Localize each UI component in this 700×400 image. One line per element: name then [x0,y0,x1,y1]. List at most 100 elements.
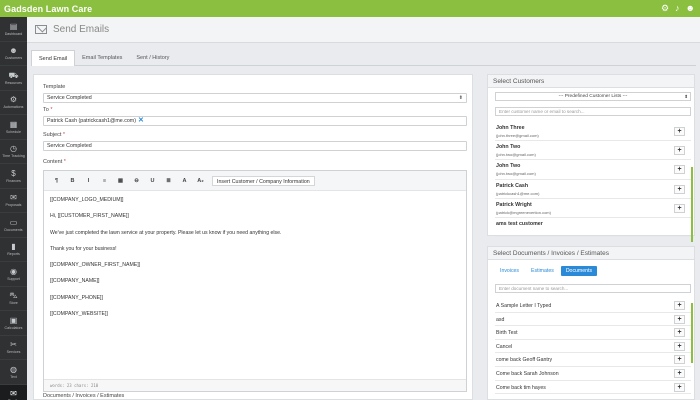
select-caret-icon: ⬍ [684,94,688,99]
sidebar-item-proposals[interactable]: ✉ Proposals [0,189,27,213]
content-label: Content * [43,159,66,165]
sidebar-item-label: Calculators [4,325,23,330]
remove-recipient-icon[interactable]: ✕ [138,117,144,124]
add-document-button[interactable]: + [674,382,685,392]
sidebar-item-label: Finances [6,178,21,183]
gear-icon[interactable]: ⚙ [661,4,669,13]
tab-estimates[interactable]: Estimates [526,266,559,276]
customer-email: (patrickcash1@me.com) [496,190,540,196]
toolbar-button[interactable]: ≣ [162,176,175,186]
sidebar-item-text[interactable]: ◍ Text [0,360,27,385]
add-document-button[interactable]: + [674,341,685,351]
customer-scrollbar[interactable] [691,167,693,242]
sidebar-item-store[interactable]: ⛍ Store [0,287,27,311]
customer-name: John Two [496,163,521,170]
editor-line: Hi, [[CUSTOMER_FIRST_NAME]] [50,213,129,220]
sidebar-item-label: Support [7,276,20,281]
send-email-form: Template Service Completed ⬍ To * Patrick… [33,74,473,400]
add-document-button[interactable]: + [674,328,685,338]
sidebar-item-finances[interactable]: $ Finances [0,164,27,189]
template-label: Template [43,84,66,90]
customer-name: John Two [496,144,521,151]
sidebar-item-automations[interactable]: ⚙ Automations [0,91,27,115]
add-customer-button[interactable]: + [674,203,685,213]
page-header: Send Emails [27,17,700,43]
customer-row: John Two (john.two@gmail.com) + [495,160,691,180]
sidebar-item-reports[interactable]: ▮ Reports [0,238,27,262]
sidebar-item-documents[interactable]: ▭ Documents [0,213,27,238]
content-editor[interactable]: ¶ B I ≡ ▦ ⊖ U ≣ A A₂ Insert Customer / Company Inf… [43,170,467,392]
customer-search-input[interactable]: Enter customer name or email to search..… [495,107,691,116]
sidebar-item-schedule[interactable]: ▦ Schedule [0,115,27,140]
document-row: Come back tim hayes + [495,381,691,395]
user-icon[interactable]: ☻ [686,4,695,13]
recipient-chip: Patrick Cash (patrickcash1@me.com) [47,118,136,124]
add-customer-button[interactable]: + [674,184,685,194]
tab-invoices[interactable]: Invoices [495,266,524,276]
sidebar-item-customers[interactable]: ☻ Customers [0,42,27,66]
toolbar-button[interactable]: ≡ [98,176,111,186]
insert-info-button[interactable]: Insert Customer / Company Information [212,175,315,186]
editor-line: [[COMPANY_PHONE]] [50,294,103,301]
editor-line: [[COMPANY_LOGO_MEDIUM]] [50,197,124,203]
tab-sent-history[interactable]: Sent / History [129,50,176,66]
add-document-button[interactable]: + [674,301,685,310]
to-label: To * [43,107,53,113]
proposal-icon: ✉ [10,193,17,203]
sidebar-item-services[interactable]: ✂ Services [0,336,27,360]
tab-send-email[interactable]: Send Email [31,50,76,66]
document-name: Birth Test [496,330,518,337]
editor-line: [[COMPANY_OWNER_FIRST_NAME]] [50,262,141,269]
document-name: Cancel [496,343,513,350]
toolbar-button[interactable]: ⊖ [130,176,143,186]
emails-icon: ✉ [10,389,17,399]
editor-line: We've just completed the lawn service at… [50,229,282,236]
toolbar-button[interactable]: I [82,176,95,186]
subject-label: Subject * [43,132,66,138]
sidebar-item-resources[interactable]: ⛟ Resources [0,66,27,91]
toolbar-button[interactable]: U [146,176,159,186]
customer-list-select[interactable]: --- Predefined Customer Lists --- ⬍ [495,92,691,101]
envelope-icon [35,25,47,34]
add-document-button[interactable]: + [674,355,685,365]
select-documents-panel: Select Documents / Invoices / Estimates … [487,246,695,400]
sidebar-item-calculators[interactable]: ▣ Calculators [0,311,27,336]
customer-email: (john.two@gmail.com) [496,171,536,177]
to-field[interactable]: Patrick Cash (patrickcash1@me.com) ✕ [43,116,467,126]
sidebar-item-label: Store [9,301,18,306]
customer-row: Patrick Wright (patrick@mgreenexertion.co… [495,199,691,218]
sidebar-item-label: Customers [4,56,23,61]
toolbar-button[interactable]: A [178,176,191,186]
toolbar-button[interactable]: A₂ [194,176,207,186]
document-row: Come back Sarah Johnson + [495,367,691,381]
document-scrollbar[interactable] [691,303,693,363]
top-bar: Gadsden Lawn Care ⚙ ♪ ☻ [0,0,700,17]
add-customer-button[interactable]: + [674,165,685,175]
customer-row: ams test customer [495,218,691,238]
toolbar-button[interactable]: ▦ [114,176,127,186]
brand-name[interactable]: Gadsden Lawn Care [4,4,92,14]
template-select[interactable]: Service Completed ⬍ [43,93,467,103]
document-row: asd + [495,313,691,327]
toolbar-button[interactable]: B [66,176,79,186]
tab-email-templates[interactable]: Email Templates [75,50,129,66]
bell-icon[interactable]: ♪ [675,4,680,13]
document-search-input[interactable]: Enter document name to search... [495,284,691,293]
customer-name: John Three [496,125,525,131]
toolbar-button[interactable]: ¶ [50,176,63,186]
subject-field[interactable]: Service Completed [43,141,467,151]
sidebar-item-label: Time Tracking [2,154,25,159]
add-customer-button[interactable]: + [674,127,685,136]
add-document-button[interactable]: + [674,368,685,378]
add-customer-button[interactable]: + [674,146,685,156]
editor-body[interactable]: [[COMPANY_LOGO_MEDIUM]] Hi, [[CUSTOMER_FI… [44,191,466,333]
editor-line: [[COMPANY_WEBSITE]] [50,311,108,318]
tab-documents[interactable]: Documents [560,266,598,276]
add-document-button[interactable]: + [674,314,685,324]
document-name: asd [496,316,505,323]
sidebar-item-time-tracking[interactable]: ◷ Time Tracking [0,140,27,164]
sidebar-item-dashboard[interactable]: ▤ Dashboard [0,17,27,42]
resources-icon: ⛟ [8,70,19,80]
sidebar-item-emails[interactable]: ✉Emails [0,384,27,400]
sidebar-item-support[interactable]: ◉ Support [0,262,27,287]
